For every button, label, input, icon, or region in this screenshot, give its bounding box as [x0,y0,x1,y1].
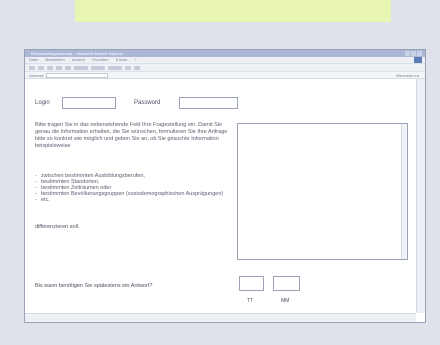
deadline-question: Bis wann benötigen Sie spätestens ein An… [35,283,153,289]
status-bar [25,313,416,322]
address-input[interactable] [45,72,108,78]
back-icon[interactable] [29,65,35,70]
page-scrollbar[interactable] [416,79,425,313]
page-content: Login Password Bitte tragen Sie in das n… [25,79,416,313]
intro-text: Bitte tragen Sie in das nebenstehende Fe… [35,122,228,149]
search-icon[interactable] [74,65,88,70]
browser-logo-icon [414,57,422,63]
menu-file[interactable]: Datei [29,57,38,62]
login-field[interactable] [62,97,116,109]
address-label: Adresse [29,72,44,78]
menu-edit[interactable]: Bearbeiten [45,57,64,62]
title-bar: Rückmeldungsformular – Microsoft Interne… [25,50,425,57]
home-icon[interactable] [65,65,71,70]
print-icon[interactable] [134,65,140,70]
outro-text: differenzieren soll. [35,224,80,230]
login-label: Login [35,100,50,106]
password-field[interactable] [179,97,238,109]
month-label: MM [281,298,290,304]
forward-icon[interactable] [38,65,44,70]
address-bar: Adresse Wechseln zu [25,72,425,79]
mail-icon[interactable] [125,65,131,70]
favorites-icon[interactable] [91,65,105,70]
textarea-scrollbar[interactable] [401,124,407,259]
list-item: etc. [35,197,230,203]
menu-bar: Datei Bearbeiten Ansicht Favoriten Extra… [25,57,425,64]
stop-icon[interactable] [47,65,53,70]
day-label: TT [247,298,254,304]
password-label: Password [134,100,161,106]
minimize-button[interactable] [405,51,410,56]
menu-tools[interactable]: Extras [116,57,127,62]
maximize-button[interactable] [411,51,416,56]
menu-view[interactable]: Ansicht [72,57,85,62]
refresh-icon[interactable] [56,65,62,70]
history-icon[interactable] [108,65,122,70]
top-banner [75,0,391,22]
window-title: Rückmeldungsformular – Microsoft Interne… [31,51,124,56]
browser-window: Rückmeldungsformular – Microsoft Interne… [24,49,426,323]
month-field[interactable] [273,276,300,291]
menu-favorites[interactable]: Favoriten [92,57,109,62]
question-textarea[interactable] [237,123,408,260]
day-field[interactable] [239,276,264,291]
menu-help[interactable]: ? [134,57,136,62]
toolbar [25,64,425,72]
criteria-list: zwischen bestimmten Ausbildungsberufen, … [35,173,230,203]
go-button[interactable]: Wechseln zu [396,73,419,78]
window-controls [405,51,422,56]
close-button[interactable] [417,51,422,56]
